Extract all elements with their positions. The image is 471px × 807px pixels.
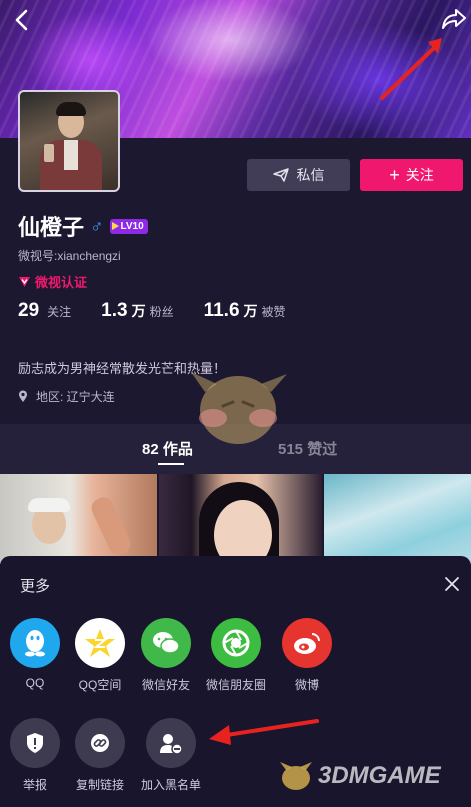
profile-stats: 29 关注 1.3 万 粉丝 11.6 万 被赞 [18,300,316,322]
wechat-icon [141,618,191,668]
weishi-id: 微视号:xianchengzi [18,249,121,263]
verification-badge: 微视认证 [18,272,87,291]
message-button-label: 私信 [296,167,325,183]
play-icon [111,222,119,230]
annotation-arrow [380,38,442,100]
link-icon [75,718,125,768]
qzone-star-icon [75,618,125,668]
share-qq-button[interactable]: QQ [3,618,67,690]
video-thumbnail[interactable] [159,474,322,564]
verified-v-icon [19,277,30,287]
message-button[interactable]: 私信 [247,159,350,191]
stat-followers[interactable]: 1.3 万 粉丝 [101,300,173,322]
level-badge: LV10 [109,218,148,234]
tab-underline [158,463,184,465]
stat-following[interactable]: 29 关注 [18,300,71,322]
paper-plane-icon [272,168,289,182]
share-qzone-button[interactable]: QQ空间 [68,618,132,693]
close-icon[interactable] [444,576,460,592]
stat-likes: 11.6 万 被赞 [203,300,286,321]
annotation-arrow [209,719,319,745]
report-shield-icon [10,718,60,768]
share-wechat-button[interactable]: 微信好友 [134,618,198,693]
mascot-watermark [191,372,287,444]
watermark-text: 3DMGAME [318,762,441,789]
avatar[interactable] [18,90,120,192]
share-moments-button[interactable]: 微信朋友圈 [204,618,268,693]
video-thumbnail[interactable] [323,474,471,564]
video-grid [0,474,471,564]
report-button[interactable]: 举报 [3,718,67,793]
copy-link-button[interactable]: 复制链接 [68,718,132,793]
male-gender-icon: ♂ [90,215,104,236]
blacklist-button[interactable]: 加入黑名单 [139,718,203,793]
share-weibo-button[interactable]: 微博 [275,618,339,693]
profile-name-row: 仙橙子 ♂ LV10 [18,210,148,242]
follow-button-label: 关注 [405,167,434,183]
back-button[interactable] [10,6,36,34]
site-watermark: 3DMGAME [278,760,441,792]
block-user-icon [146,718,196,768]
video-thumbnail[interactable] [0,474,158,564]
plus-icon: + [389,165,400,185]
qq-penguin-icon [10,618,60,668]
weibo-icon [282,618,332,668]
moments-icon [211,618,261,668]
username: 仙橙子 [18,215,85,240]
mascot-logo-icon [280,762,312,790]
location-pin-icon [19,390,27,402]
sheet-title: 更多 [20,578,51,595]
location: 地区: 辽宁大连 [18,388,115,405]
follow-button[interactable]: + 关注 [360,159,463,191]
